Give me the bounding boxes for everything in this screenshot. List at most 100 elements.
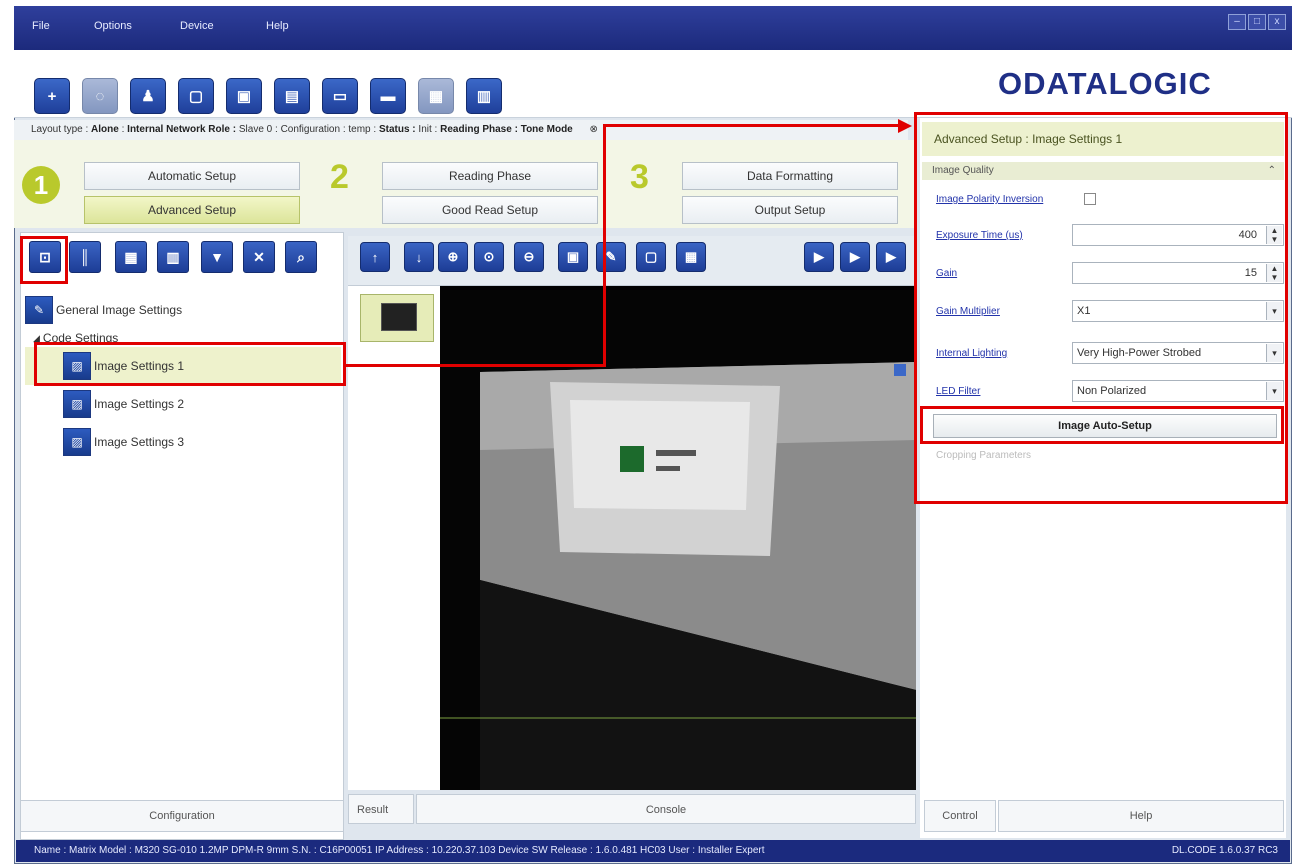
status-line: Layout type : Alone : Internal Network R… (14, 120, 908, 140)
zoom-out-icon[interactable]: ⊖ (514, 242, 544, 272)
step-1-number: 1 (22, 166, 60, 204)
menu-file[interactable]: File (32, 20, 50, 32)
output-setup-button[interactable]: Output Setup (682, 196, 898, 224)
section-image-quality[interactable]: Image Quality ⌃ (922, 162, 1284, 180)
advanced-setup-button[interactable]: Advanced Setup (84, 196, 300, 224)
step-3-number: 3 (630, 158, 649, 196)
reading-phase-button[interactable]: Reading Phase (382, 162, 598, 190)
maximize-icon[interactable]: □ (1248, 14, 1266, 30)
window-controls: – □ x (1228, 14, 1286, 30)
automatic-setup-button[interactable]: Automatic Setup (84, 162, 300, 190)
phase-value: Tone Mode (520, 124, 573, 135)
search-icon[interactable]: ⌕ (285, 241, 317, 273)
menu-options[interactable]: Options (94, 20, 132, 32)
forward-icon[interactable]: ▶ (876, 242, 906, 272)
role-value: Slave 0 (238, 124, 273, 135)
spinner-icon[interactable]: ▲ ▼ (1266, 226, 1282, 244)
statistics-icon[interactable]: ▥ (466, 78, 502, 114)
callout-line (603, 124, 606, 367)
good-read-setup-button[interactable]: Good Read Setup (382, 196, 598, 224)
right-panel-title: Advanced Setup : Image Settings 1 (922, 122, 1284, 156)
led-filter-label: LED Filter (936, 386, 981, 397)
left-panel: ⊡ ║ ▦ ▥ ▼ ✕ ⌕ ✎ General Image Settings ◢… (20, 232, 344, 840)
grid-icon[interactable]: ▦ (676, 242, 706, 272)
tree-item-image-settings-1[interactable]: ▨ Image Settings 1 (25, 347, 341, 385)
step-play-icon[interactable]: ▶ (804, 242, 834, 272)
led-filter-select[interactable]: Non Polarized ▾ (1072, 380, 1284, 402)
device-status-bar: Name : Matrix Model : M320 SG-010 1.2MP … (16, 840, 1290, 862)
chevron-up-icon[interactable]: ⌃ (1268, 162, 1276, 180)
data-formatting-button[interactable]: Data Formatting (682, 162, 898, 190)
image-icon: ▨ (63, 390, 91, 418)
gain-field[interactable]: 15 ▲ ▼ (1072, 262, 1284, 284)
tree-item-label: Image Settings 3 (94, 435, 185, 449)
zoom-fit-icon[interactable]: ⊙ (474, 242, 504, 272)
arrow-down-icon[interactable]: ↓ (404, 242, 434, 272)
image-settings-icon[interactable]: ▤ (274, 78, 310, 114)
cropping-parameters-section: Cropping Parameters (936, 450, 1032, 461)
minimize-icon[interactable]: – (1228, 14, 1246, 30)
image-polarity-checkbox[interactable] (1084, 193, 1096, 205)
tree-root[interactable]: ✎ General Image Settings (25, 291, 341, 329)
play-icon[interactable]: ▶ (840, 242, 870, 272)
internal-lighting-select[interactable]: Very High-Power Strobed ▾ (1072, 342, 1284, 364)
edit-icon[interactable]: ✎ (596, 242, 626, 272)
exposure-time-field[interactable]: 400 ▲ ▼ (1072, 224, 1284, 246)
tree-group[interactable]: ◢ Code Settings (25, 329, 341, 347)
image-capture-icon[interactable]: ▣ (226, 78, 262, 114)
chevron-down-icon[interactable]: ▾ (1266, 344, 1282, 362)
tree-item-label: Image Settings 2 (94, 397, 185, 411)
postal-code-icon[interactable]: ▥ (157, 241, 189, 273)
gain-value: 15 (1244, 267, 1257, 279)
image-auto-setup-button[interactable]: Image Auto-Setup (933, 414, 1277, 438)
close-icon[interactable]: x (1268, 14, 1286, 30)
filter-icon[interactable]: ▼ (201, 241, 233, 273)
tab-console[interactable]: Console (416, 794, 916, 824)
spinner-icon[interactable]: ▲ ▼ (1266, 264, 1282, 282)
tab-control[interactable]: Control (924, 800, 996, 832)
receive-icon[interactable]: ▦ (418, 78, 454, 114)
gain-label: Gain (936, 268, 958, 279)
user-icon[interactable]: ♟ (130, 78, 166, 114)
crop-icon[interactable]: ▢ (636, 242, 666, 272)
gain-multiplier-label: Gain Multiplier (936, 306, 1000, 317)
tree-item-image-settings-3[interactable]: ▨ Image Settings 3 (25, 423, 341, 461)
internal-lighting-value: Very High-Power Strobed (1077, 347, 1202, 359)
save-image-icon[interactable]: ▣ (558, 242, 588, 272)
tree-item-image-settings-2[interactable]: ▨ Image Settings 2 (25, 385, 341, 423)
menu-help[interactable]: Help (266, 20, 289, 32)
role-label: Internal Network Role : (127, 124, 237, 135)
delete-icon[interactable]: ✕ (243, 241, 275, 273)
expand-icon[interactable]: ◢ (33, 333, 40, 344)
callout-arrow-icon (898, 119, 912, 133)
tree-root-label: General Image Settings (56, 303, 183, 317)
arrow-up-icon[interactable]: ↑ (360, 242, 390, 272)
chevron-down-icon[interactable]: ▾ (1266, 302, 1282, 320)
gain-multiplier-select[interactable]: X1 ▾ (1072, 300, 1284, 322)
thumbnail-strip (348, 286, 440, 790)
collapse-icon[interactable]: ⊗ (590, 124, 598, 135)
zoom-in-icon[interactable]: ⊕ (438, 242, 468, 272)
tree-item-label: Image Settings 1 (94, 359, 185, 373)
device-info-text: Name : Matrix Model : M320 SG-010 1.2MP … (34, 845, 765, 856)
internal-lighting-label: Internal Lighting (936, 348, 1008, 359)
software-version: DL.CODE 1.6.0.37 RC3 (1171, 845, 1278, 856)
tab-configuration[interactable]: Configuration (20, 800, 344, 832)
image-polarity-label: Image Polarity Inversion (936, 194, 1044, 205)
barcode-icon[interactable]: ║ (69, 241, 101, 273)
tab-help[interactable]: Help (998, 800, 1284, 832)
layout-type-value: Alone (91, 124, 119, 135)
device-icon[interactable]: ▢ (178, 78, 214, 114)
send-icon[interactable]: ▬ (370, 78, 406, 114)
status-value: Init (418, 124, 432, 135)
settings-tree: ✎ General Image Settings ◢ Code Settings… (25, 291, 341, 461)
matrix-code-icon[interactable]: ▦ (115, 241, 147, 273)
chevron-down-icon[interactable]: ▾ (1266, 382, 1282, 400)
monitor-icon[interactable]: ▭ (322, 78, 358, 114)
connect-icon[interactable]: + (34, 78, 70, 114)
tab-result[interactable]: Result (348, 794, 414, 824)
image-settings-tool-icon[interactable]: ⊡ (29, 241, 61, 273)
menu-device[interactable]: Device (180, 20, 214, 32)
thumbnail-image[interactable] (360, 294, 434, 342)
disconnect-icon[interactable]: ◌ (82, 78, 118, 114)
